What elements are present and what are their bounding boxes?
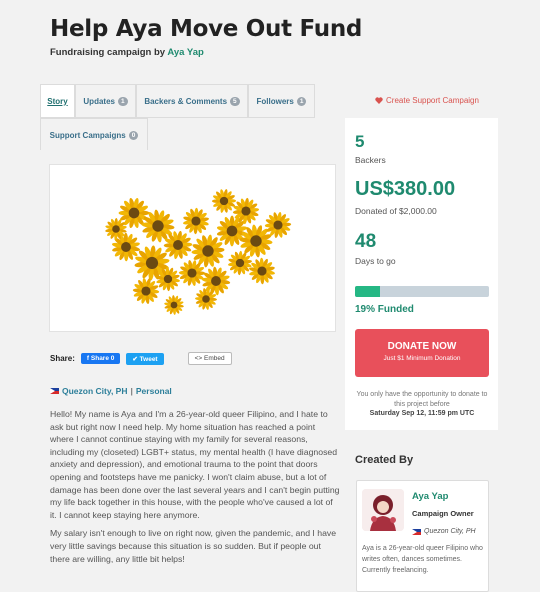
campaign-title: Help Aya Move Out Fund: [50, 16, 363, 42]
sunflower: [105, 218, 127, 240]
facebook-icon: f: [86, 355, 90, 362]
subtitle-prefix: Fundraising campaign by: [50, 47, 166, 58]
creator-name[interactable]: Aya Yap: [412, 491, 448, 502]
count-badge: 1: [296, 96, 307, 106]
share-row: Share: f Share 0 ✔ Tweet <> Embed: [50, 352, 232, 365]
creator-location: Quezon City, PH: [412, 528, 476, 535]
facebook-share-button[interactable]: f Share 0: [80, 353, 121, 364]
embed-button[interactable]: <> Embed: [187, 352, 232, 365]
tab-label: Updates: [83, 96, 115, 106]
sunflower: [183, 207, 209, 235]
creator-bio: Aya is a 26-year-old queer Filipino who …: [362, 545, 483, 574]
location-city[interactable]: Quezon City, PH: [62, 386, 128, 396]
heart-icon: [375, 97, 383, 104]
goal-text: Donated of $2,000.00: [355, 206, 437, 216]
facebook-share-label: Share 0: [90, 355, 115, 362]
share-label: Share:: [50, 354, 75, 363]
sunflower: [211, 189, 237, 213]
donate-now-button[interactable]: DONATE NOW Just $1 Minimum Donation: [355, 329, 489, 377]
tab-label: Support Campaigns: [49, 130, 126, 140]
sunflower: [228, 250, 252, 276]
sunflower: [164, 295, 184, 315]
story-paragraph: My salary isn't enough to live on right …: [50, 528, 337, 564]
tab-support-campaigns[interactable]: Support Campaigns 0: [40, 118, 148, 152]
creator-location-text: Quezon City, PH: [424, 528, 476, 535]
tab-updates[interactable]: Updates 1: [75, 84, 136, 118]
tweet-label: Tweet: [139, 355, 158, 363]
donate-label: DONATE NOW: [387, 341, 457, 352]
sunflower: [132, 277, 160, 305]
deadline-text: You only have the opportunity to donate …: [356, 391, 488, 408]
create-link-label: Create Support Campaign: [386, 96, 479, 105]
flag-ph-icon: [412, 528, 421, 535]
created-by-heading: Created By: [355, 454, 414, 466]
campaign-subtitle: Fundraising campaign by Aya Yap: [50, 47, 204, 58]
main-content: Share: f Share 0 ✔ Tweet <> Embed Quezon…: [40, 150, 340, 592]
backers-count: 5: [355, 132, 365, 151]
sunflower: [163, 230, 193, 260]
funded-percent: 19% Funded: [355, 304, 414, 315]
twitter-icon: ✔: [132, 355, 138, 363]
flag-ph-icon: [50, 388, 59, 394]
sunflowers-illustration: [105, 189, 292, 315]
count-badge: 0: [128, 130, 139, 140]
category-link[interactable]: Personal: [136, 386, 172, 396]
backers-label: Backers: [355, 155, 386, 165]
embed-icon: <>: [194, 355, 203, 362]
create-support-campaign-link[interactable]: Create Support Campaign: [375, 96, 479, 105]
sunflower: [191, 234, 225, 268]
progress-fill: [355, 286, 381, 297]
location-row: Quezon City, PH | Personal: [50, 386, 172, 396]
sunflowers-image: [56, 171, 329, 325]
embed-label: Embed: [204, 355, 225, 362]
tab-story[interactable]: Story: [40, 84, 75, 118]
tweet-button[interactable]: ✔ Tweet: [126, 352, 164, 365]
location-separator: |: [130, 386, 133, 396]
campaign-image: [49, 164, 336, 332]
donate-sublabel: Just $1 Minimum Donation: [383, 355, 461, 362]
creator-card: Aya Yap Campaign Owner Quezon City, PH A…: [356, 480, 489, 592]
tab-label: Backers & Comments: [144, 96, 228, 106]
days-label: Days to go: [355, 256, 396, 266]
deadline-note: You only have the opportunity to donate …: [355, 390, 489, 419]
owner-link[interactable]: Aya Yap: [167, 47, 203, 58]
count-badge: 1: [117, 96, 128, 106]
funding-progress-bar: [355, 286, 489, 297]
tab-followers[interactable]: Followers 1: [248, 84, 315, 118]
story-paragraph: Hello! My name is Aya and I'm a 26-year-…: [50, 409, 340, 520]
sunflower: [249, 257, 275, 285]
avatar[interactable]: [362, 489, 404, 531]
tab-backers-comments[interactable]: Backers & Comments 5: [136, 84, 248, 118]
deadline-date: Saturday Sep 12, 11:59 pm UTC: [369, 410, 475, 417]
days-count: 48: [355, 231, 377, 252]
amount-raised: US$380.00: [355, 178, 456, 200]
creator-role: Campaign Owner: [412, 509, 474, 518]
stats-sidebar: 5 Backers US$380.00 Donated of $2,000.00…: [345, 118, 498, 430]
story-text: Hello! My name is Aya and I'm a 26-year-…: [50, 408, 340, 571]
tab-label: Story: [47, 96, 68, 106]
tab-label: Followers: [256, 96, 294, 106]
avatar-illustration: [362, 489, 404, 531]
count-badge: 5: [230, 96, 240, 106]
